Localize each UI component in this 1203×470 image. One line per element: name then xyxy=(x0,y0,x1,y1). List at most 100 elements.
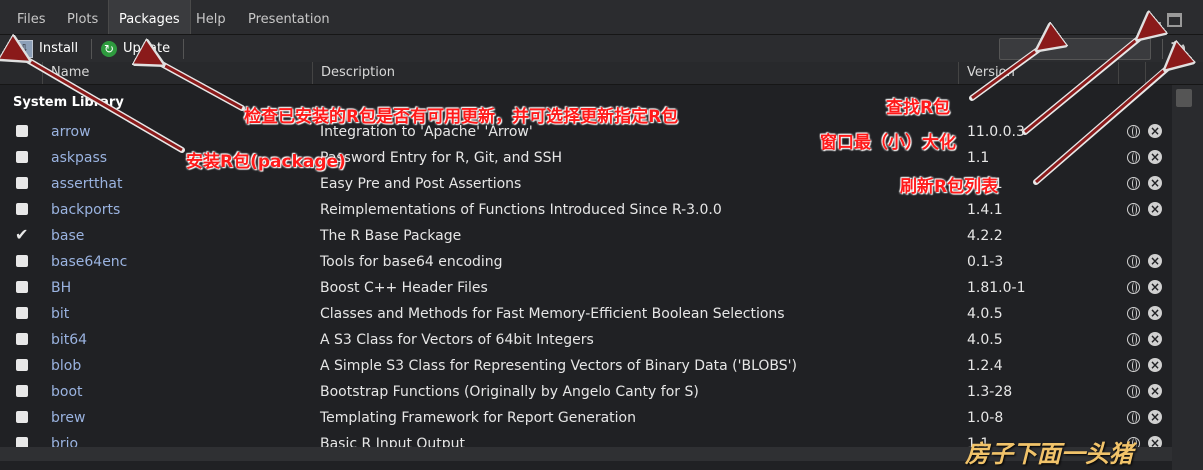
remove-package-icon[interactable]: × xyxy=(1148,280,1162,294)
column-header-spacer xyxy=(1118,62,1147,84)
package-loaded-checkbox[interactable] xyxy=(16,281,28,293)
package-loaded-checkbox[interactable] xyxy=(16,151,28,163)
install-label: Install xyxy=(39,41,79,56)
package-description: Bootstrap Functions (Originally by Angel… xyxy=(320,384,699,400)
package-loaded-checkbox[interactable] xyxy=(16,177,28,189)
package-version: 4.0.5 xyxy=(967,332,1003,348)
update-button[interactable]: ↻ Update xyxy=(101,38,170,60)
package-name-link[interactable]: arrow xyxy=(51,119,91,145)
globe-icon[interactable] xyxy=(1127,255,1140,268)
minimize-icon[interactable] xyxy=(1145,14,1161,26)
tab-packages[interactable]: Packages xyxy=(108,0,191,34)
package-version: 1.0-8 xyxy=(967,410,1004,426)
package-row: askpass Password Entry for R, Git, and SS… xyxy=(0,145,1172,171)
column-header-description[interactable]: Description xyxy=(312,62,395,84)
remove-package-icon[interactable]: × xyxy=(1148,384,1162,398)
package-name-link[interactable]: assertthat xyxy=(51,171,122,197)
scrollbar-thumb[interactable] xyxy=(1176,89,1192,107)
column-header-spacer xyxy=(1145,62,1174,84)
package-loaded-checkbox[interactable] xyxy=(16,203,28,215)
package-name-link[interactable]: bit xyxy=(51,301,69,327)
tab-plots[interactable]: Plots xyxy=(67,0,98,34)
install-icon: ⇩ xyxy=(15,39,33,58)
globe-icon[interactable] xyxy=(1127,333,1140,346)
package-description: Password Entry for R, Git, and SSH xyxy=(320,150,563,166)
packages-toolbar: ⇩ Install ↻ Update ↻ xyxy=(0,35,1203,64)
maximize-icon[interactable] xyxy=(1167,13,1182,27)
package-loaded-checkbox[interactable] xyxy=(16,125,28,137)
annotation-refresh: 刷新R包列表 xyxy=(900,177,999,197)
annotation-search: 查找R包 xyxy=(886,98,951,118)
remove-package-icon[interactable]: × xyxy=(1148,306,1162,320)
package-row: base64enc Tools for base64 encoding 0.1-3 × xyxy=(0,249,1172,275)
globe-icon[interactable] xyxy=(1127,385,1140,398)
pane-tab-bar: Files Plots Packages Help Presentation xyxy=(0,0,1203,35)
package-description: Templating Framework for Report Generati… xyxy=(320,410,636,426)
globe-icon[interactable] xyxy=(1127,151,1140,164)
remove-package-icon[interactable]: × xyxy=(1148,254,1162,268)
vertical-scrollbar[interactable] xyxy=(1172,85,1203,470)
package-description: Classes and Methods for Fast Memory-Effi… xyxy=(320,306,785,322)
package-name-link[interactable]: brew xyxy=(51,405,85,431)
remove-package-icon[interactable]: × xyxy=(1148,358,1162,372)
column-header-name[interactable]: Name xyxy=(42,62,89,84)
package-loaded-checkbox[interactable] xyxy=(16,307,28,319)
package-name-link[interactable]: BH xyxy=(51,275,71,301)
globe-icon[interactable] xyxy=(1127,177,1140,190)
package-version: 0.1-3 xyxy=(967,254,1004,270)
package-version: 1.2.4 xyxy=(967,358,1003,374)
annotation-window: 窗口最（小）大化 xyxy=(820,133,956,153)
annotation-update: 检查已安装的R包是否有可用更新，并可选择更新指定R包 xyxy=(244,107,679,127)
package-name-link[interactable]: backports xyxy=(51,197,120,223)
globe-icon[interactable] xyxy=(1127,203,1140,216)
package-row: bit Classes and Methods for Fast Memory-E… xyxy=(0,301,1172,327)
remove-package-icon[interactable]: × xyxy=(1148,176,1162,190)
package-name-link[interactable]: base xyxy=(51,223,84,249)
package-version: 1.3-28 xyxy=(967,384,1013,400)
package-table-header: Name Description Version xyxy=(0,62,1203,85)
remove-package-icon[interactable]: × xyxy=(1148,410,1162,424)
package-row: blob A Simple S3 Class for Representing V… xyxy=(0,353,1172,379)
package-version: 1.81.0-1 xyxy=(967,280,1026,296)
column-header-version[interactable]: Version xyxy=(958,62,1015,84)
package-loaded-checkbox[interactable] xyxy=(16,333,28,345)
package-name-link[interactable]: blob xyxy=(51,353,81,379)
update-icon: ↻ xyxy=(101,40,117,57)
toolbar-separator xyxy=(91,39,92,59)
package-description: Boost C++ Header Files xyxy=(320,280,488,296)
remove-package-icon[interactable]: × xyxy=(1148,332,1162,346)
package-row: ✔ base The R Base Package 4.2.2 xyxy=(0,223,1172,249)
package-loaded-checkbox[interactable] xyxy=(16,255,28,267)
package-name-link[interactable]: boot xyxy=(51,379,83,405)
remove-package-icon[interactable]: × xyxy=(1148,124,1162,138)
remove-package-icon[interactable]: × xyxy=(1148,150,1162,164)
install-button[interactable]: ⇩ Install xyxy=(15,38,78,60)
globe-icon[interactable] xyxy=(1127,359,1140,372)
package-loaded-checkbox[interactable] xyxy=(16,411,28,423)
package-name-link[interactable]: askpass xyxy=(51,145,107,171)
toolbar-separator xyxy=(1162,39,1163,59)
package-search-input[interactable] xyxy=(999,38,1151,60)
package-name-link[interactable]: bit64 xyxy=(51,327,87,353)
package-row: brew Templating Framework for Report Gene… xyxy=(0,405,1172,431)
refresh-icon[interactable]: ↻ xyxy=(1170,37,1187,61)
package-description: Tools for base64 encoding xyxy=(320,254,503,270)
tab-files[interactable]: Files xyxy=(17,0,46,34)
package-name-link[interactable]: base64enc xyxy=(51,249,127,275)
package-loaded-checkbox[interactable] xyxy=(16,385,28,397)
globe-icon[interactable] xyxy=(1127,307,1140,320)
package-description: A S3 Class for Vectors of 64bit Integers xyxy=(320,332,594,348)
remove-package-icon[interactable]: × xyxy=(1148,202,1162,216)
globe-icon[interactable] xyxy=(1127,281,1140,294)
watermark: 房子下面一头猪 xyxy=(965,440,1133,468)
package-description: The R Base Package xyxy=(320,228,462,244)
tab-help[interactable]: Help xyxy=(196,0,226,34)
package-loaded-checkbox[interactable] xyxy=(16,359,28,371)
package-loaded-checkbox[interactable]: ✔ xyxy=(15,225,28,244)
package-version: 4.2.2 xyxy=(967,228,1003,244)
package-description: A Simple S3 Class for Representing Vecto… xyxy=(320,358,797,374)
globe-icon[interactable] xyxy=(1127,125,1140,138)
update-label: Update xyxy=(123,41,171,56)
globe-icon[interactable] xyxy=(1127,411,1140,424)
tab-presentation[interactable]: Presentation xyxy=(248,0,330,34)
